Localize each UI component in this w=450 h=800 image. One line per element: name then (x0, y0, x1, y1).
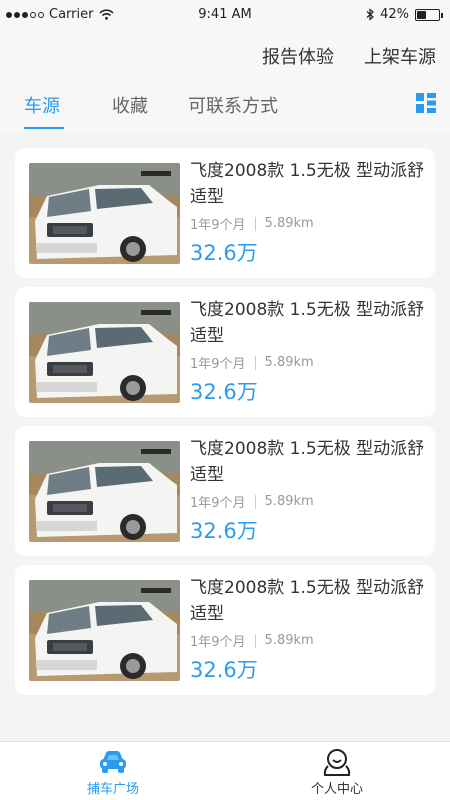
tab-bar: 车源 收藏 可联系方式 (0, 80, 450, 132)
listing-mileage: 5.89km (264, 355, 314, 370)
top-header: 报告体验 上架车源 (0, 30, 450, 80)
listing-meta: 1年9个月 5.89km (190, 214, 314, 233)
listing-meta: 1年9个月 5.89km (190, 492, 314, 511)
listing-card[interactable]: 飞度2008款 1.5无极 型动派舒适型 1年9个月 5.89km 32.6万 (15, 148, 435, 278)
listing-price: 32.6万 (190, 519, 258, 543)
listing-mileage: 5.89km (264, 494, 314, 509)
listing-title: 飞度2008款 1.5无极 型动派舒适型 (190, 578, 425, 624)
person-icon (323, 749, 351, 776)
listing-title: 飞度2008款 1.5无极 型动派舒适型 (190, 300, 425, 346)
tab-favorites[interactable]: 收藏 (112, 92, 148, 118)
listing-title: 飞度2008款 1.5无极 型动派舒适型 (190, 439, 425, 485)
bluetooth-icon (366, 8, 375, 21)
listing-meta: 1年9个月 5.89km (190, 353, 314, 372)
listing-age: 1年9个月 (190, 635, 246, 650)
listing-price: 32.6万 (190, 380, 258, 404)
listing-age: 1年9个月 (190, 496, 246, 511)
list-car-source-link[interactable]: 上架车源 (364, 43, 436, 69)
listing-price: 32.6万 (190, 241, 258, 265)
listing-mileage: 5.89km (264, 633, 314, 648)
listing-price: 32.6万 (190, 658, 258, 682)
car-photo (29, 302, 180, 403)
nav-personal-center-label: 个人中心 (310, 782, 363, 797)
car-photo (29, 441, 180, 542)
status-bar: Carrier 9:41 AM 42% (0, 0, 450, 30)
listing-mileage: 5.89km (264, 216, 314, 231)
battery-icon (415, 8, 443, 21)
listing-age: 1年9个月 (190, 357, 246, 372)
car-listing-list: 飞度2008款 1.5无极 型动派舒适型 1年9个月 5.89km 32.6万 (15, 148, 435, 704)
tab-contact-info[interactable]: 可联系方式 (188, 92, 278, 118)
listing-age: 1年9个月 (190, 218, 246, 233)
car-icon (100, 751, 126, 773)
car-photo (29, 580, 180, 681)
car-photo (29, 163, 180, 264)
meta-divider (254, 355, 256, 370)
bottom-nav: 捕车广场 个人中心 (0, 741, 450, 800)
listing-meta: 1年9个月 5.89km (190, 631, 314, 650)
meta-divider (254, 633, 256, 648)
meta-divider (254, 216, 256, 231)
list-view-icon[interactable] (416, 93, 436, 113)
listing-card[interactable]: 飞度2008款 1.5无极 型动派舒适型 1年9个月 5.89km 32.6万 (15, 287, 435, 417)
listing-card[interactable]: 飞度2008款 1.5无极 型动派舒适型 1年9个月 5.89km 32.6万 (15, 565, 435, 695)
tab-car-source[interactable]: 车源 (24, 92, 60, 118)
nav-car-plaza-label: 捕车广场 (86, 782, 139, 797)
battery-percent: 42% (380, 7, 409, 22)
listing-card[interactable]: 飞度2008款 1.5无极 型动派舒适型 1年9个月 5.89km 32.6万 (15, 426, 435, 556)
report-experience-link[interactable]: 报告体验 (262, 43, 334, 69)
meta-divider (254, 494, 256, 509)
listing-title: 飞度2008款 1.5无极 型动派舒适型 (190, 161, 425, 207)
nav-personal-center[interactable]: 个人中心 (282, 742, 392, 800)
active-tab-indicator (24, 127, 64, 129)
nav-car-plaza[interactable]: 捕车广场 (58, 742, 168, 800)
